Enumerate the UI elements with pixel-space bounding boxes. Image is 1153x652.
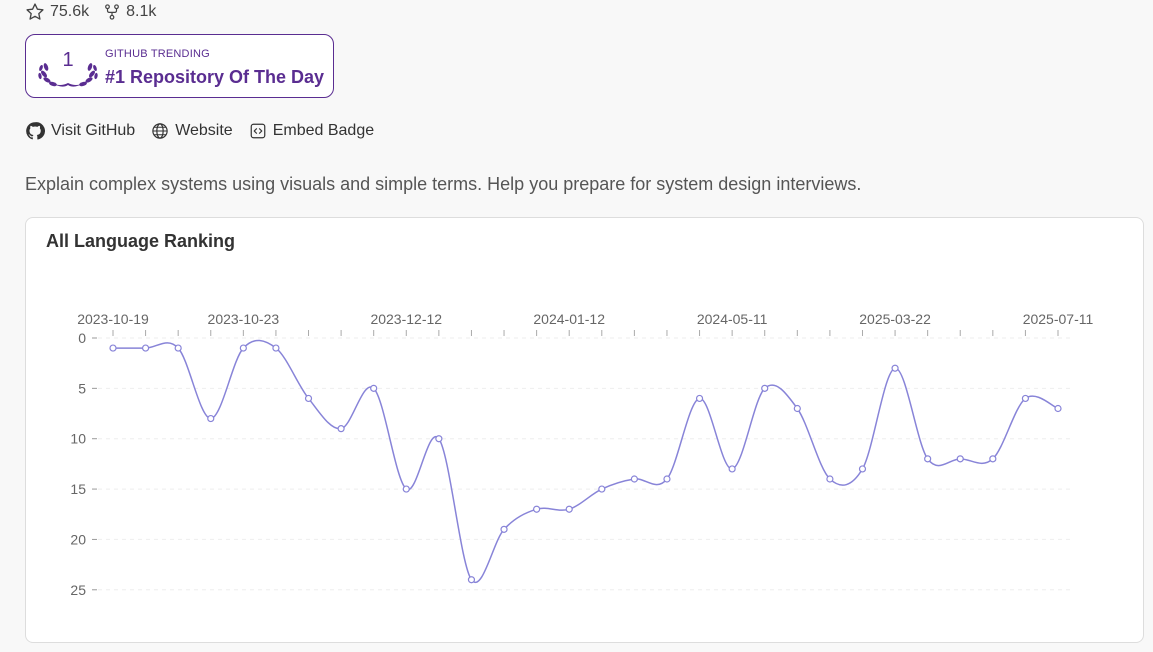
x-tick-label: 2023-12-12: [370, 311, 442, 327]
badge-rank: 1: [62, 49, 74, 71]
y-tick-label: 0: [78, 330, 86, 346]
trending-badge[interactable]: 1 GITHUB TRENDING #1 Repository Of The D…: [25, 34, 334, 98]
y-tick-label: 20: [70, 531, 86, 547]
y-tick-label: 15: [70, 481, 86, 497]
data-point: [663, 475, 671, 483]
data-point: [174, 344, 182, 352]
forks-count: 8.1k: [126, 3, 157, 20]
data-point: [109, 344, 117, 352]
data-point: [924, 455, 932, 463]
visit-github-link[interactable]: Visit GitHub: [25, 121, 135, 141]
data-point: [402, 485, 410, 493]
fork-icon: [105, 4, 120, 20]
data-point: [695, 394, 704, 403]
forks-stat: 8.1k: [103, 2, 156, 22]
github-icon: [26, 122, 45, 140]
ranking-series-line: [113, 339, 1059, 584]
data-point: [891, 364, 899, 372]
x-tick-label: 2023-10-23: [208, 311, 280, 327]
repo-description: Explain complex systems using visuals an…: [25, 174, 862, 194]
badge-title: #1 Repository Of The Day: [105, 67, 325, 87]
data-point: [761, 384, 769, 392]
embed-badge-link[interactable]: Embed Badge: [249, 122, 374, 140]
data-point: [467, 576, 476, 584]
x-tick-label: 2023-10-19: [77, 311, 149, 327]
data-point: [598, 485, 606, 493]
data-point: [956, 455, 964, 463]
data-point: [435, 435, 443, 443]
data-point: [793, 404, 801, 413]
data-point: [1054, 404, 1062, 413]
data-point: [858, 465, 867, 473]
data-point: [565, 505, 573, 513]
y-tick-label: 25: [70, 582, 86, 598]
embed-badge-label: Embed Badge: [272, 122, 375, 139]
visit-github-label: Visit GitHub: [51, 122, 136, 139]
star-icon: [26, 3, 44, 20]
website-link[interactable]: Website: [151, 122, 233, 140]
data-point: [207, 414, 215, 423]
data-point: [304, 394, 313, 403]
data-point: [728, 465, 736, 473]
x-tick-label: 2024-05-11: [697, 311, 768, 327]
x-tick-label: 2024-01-12: [533, 311, 605, 327]
website-label: Website: [175, 122, 233, 139]
laurel-icon: 1: [38, 47, 98, 89]
ranking-chart-card: All Language Ranking 0 5 10 15 20 25 2023-10-1…: [25, 217, 1144, 643]
x-tick-label: 2025-03-22: [859, 311, 931, 327]
repo-links: Visit GitHub Website Embed Badge: [25, 121, 374, 141]
code-embed-icon: [250, 123, 266, 139]
data-point: [370, 384, 378, 392]
data-point: [989, 455, 997, 463]
data-point: [141, 344, 150, 352]
data-point: [826, 475, 834, 483]
x-tick-label: 2025-07-11: [1023, 311, 1094, 327]
y-tick-label: 10: [70, 431, 86, 447]
data-point: [630, 475, 638, 483]
y-tick-label: 5: [78, 380, 86, 396]
repo-stats: 75.6k 8.1k: [25, 2, 156, 22]
stars-stat: 75.6k: [25, 2, 89, 22]
data-point: [337, 425, 345, 433]
data-point: [272, 344, 280, 352]
data-point: [239, 344, 247, 352]
globe-icon: [152, 123, 168, 139]
data-point: [500, 525, 508, 533]
badge-subtitle: GITHUB TRENDING: [105, 48, 210, 60]
ranking-line-chart: 0 5 10 15 20 25 2023-10-19 2023-10-23 2023-12-12…: [70, 311, 1094, 598]
data-point: [533, 505, 541, 513]
stars-count: 75.6k: [50, 3, 90, 20]
data-point: [1021, 394, 1030, 403]
